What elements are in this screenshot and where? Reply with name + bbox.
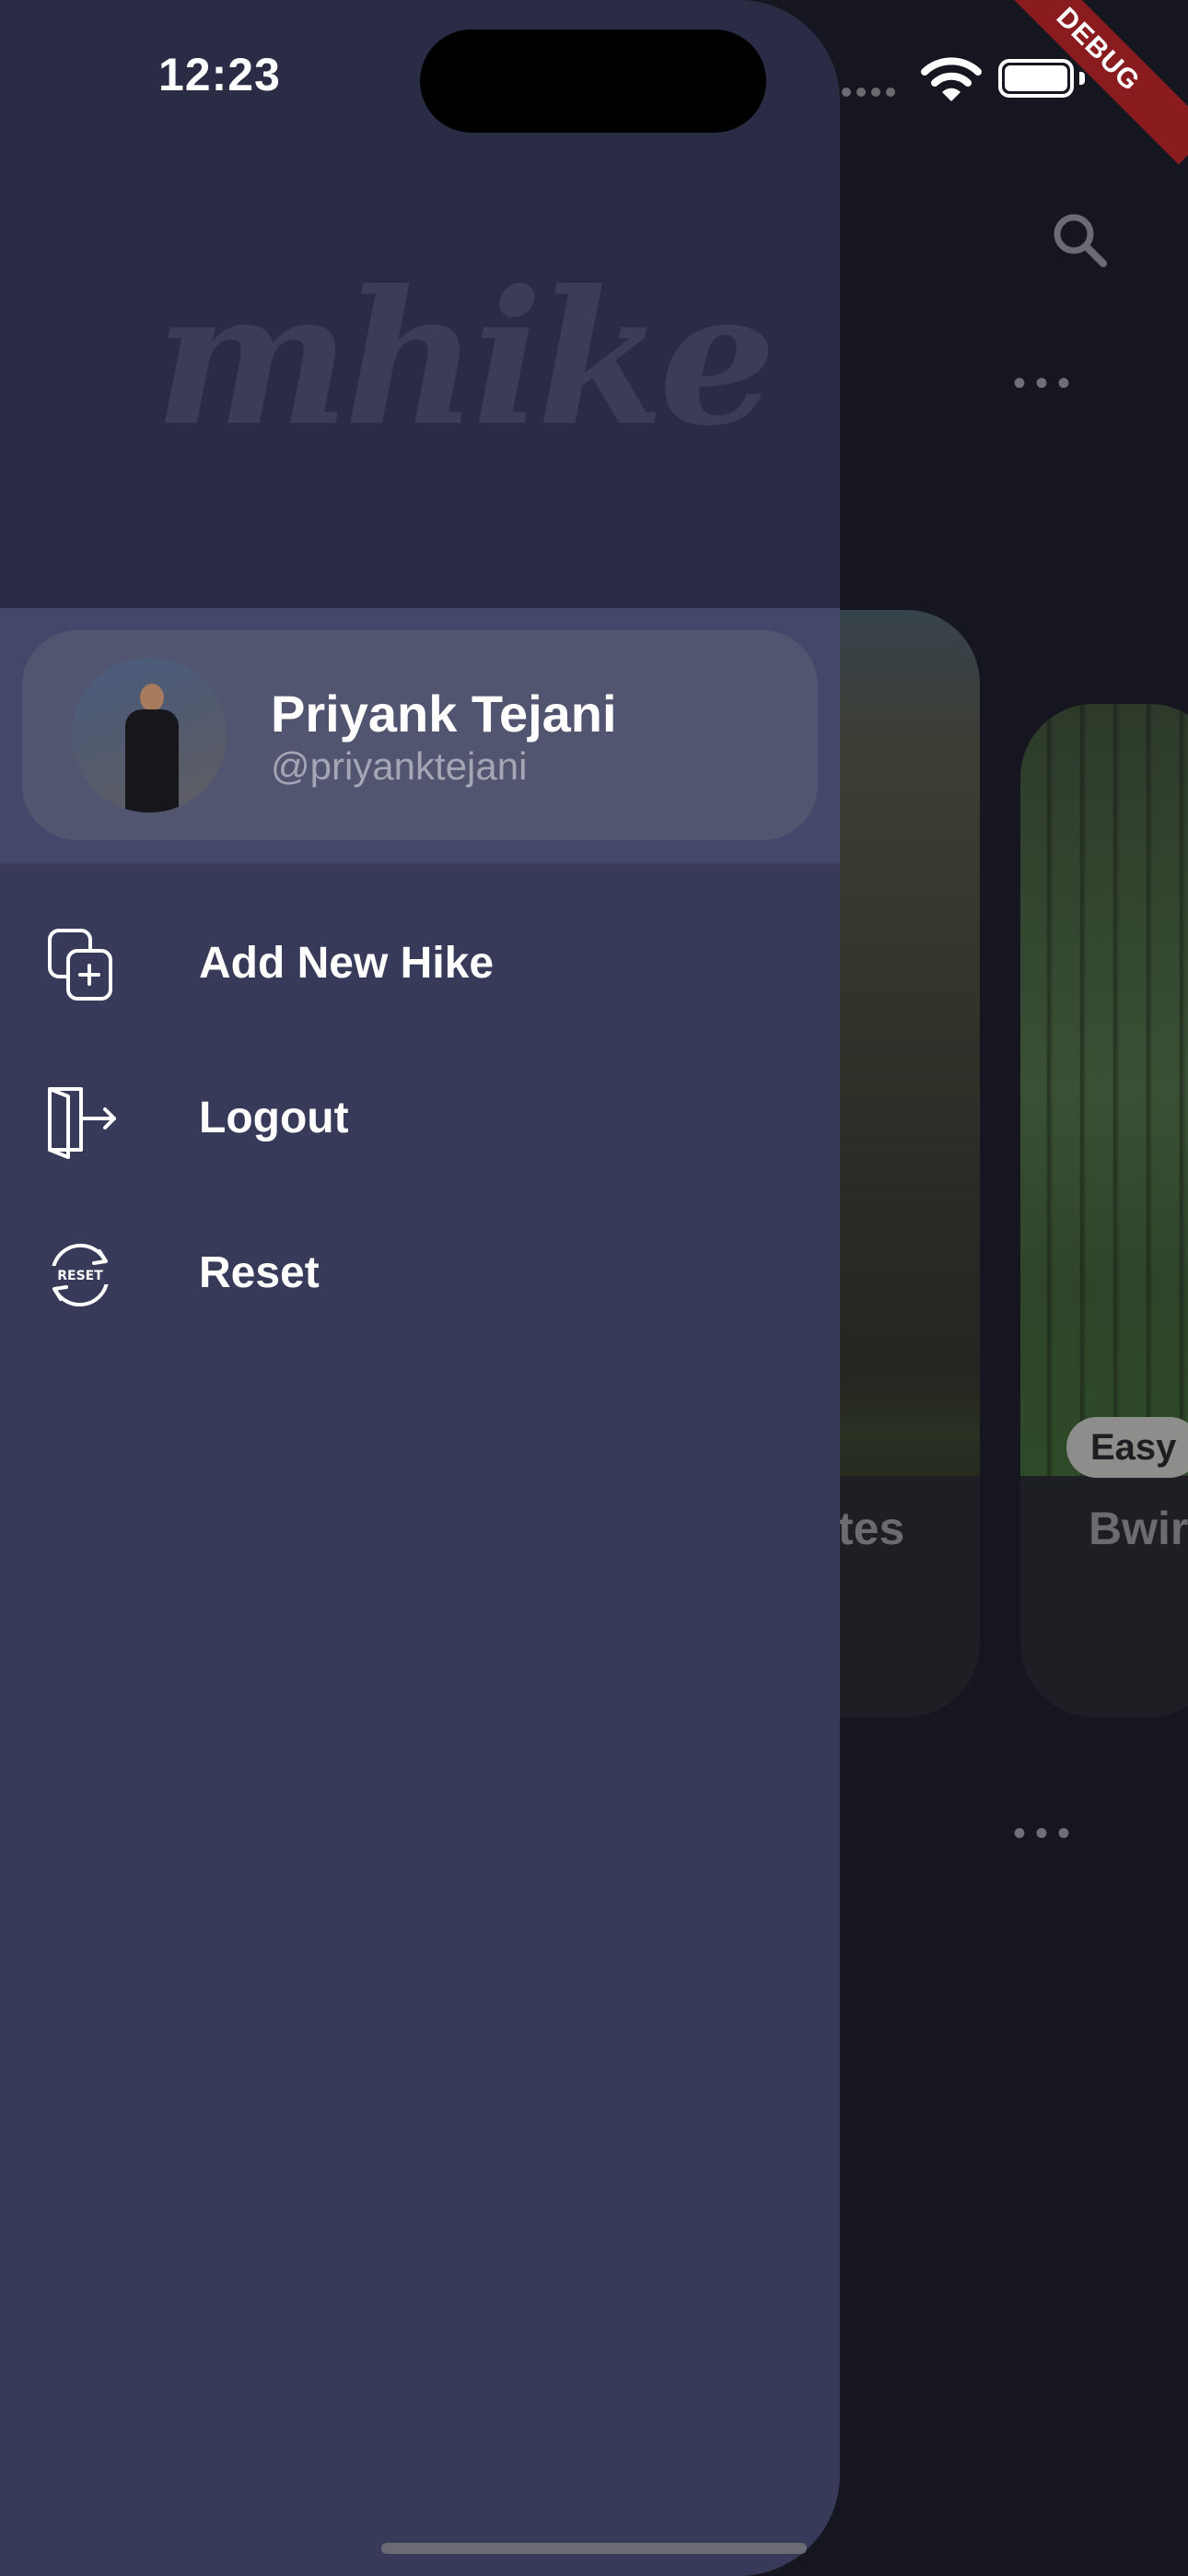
hike-title: tes — [838, 1503, 905, 1554]
search-icon[interactable] — [1050, 210, 1109, 269]
logout-door-icon — [48, 1087, 116, 1159]
avatar — [72, 658, 227, 813]
hike-card[interactable]: Bwir — [1020, 704, 1188, 1717]
battery-icon — [998, 59, 1085, 98]
cellular-signal-icon — [842, 85, 906, 98]
wifi-icon — [921, 57, 982, 101]
profile-handle: @priyanktejani — [271, 744, 528, 788]
menu-item-add-new-hike[interactable]: Add New Hike — [0, 894, 840, 1032]
reset-icon: RESET — [44, 1243, 116, 1307]
hike-title: Bwir — [1089, 1503, 1188, 1554]
svg-text:RESET: RESET — [57, 1269, 103, 1283]
home-indicator[interactable] — [381, 2543, 807, 2554]
divider — [0, 862, 840, 864]
status-time: 12:23 — [158, 49, 281, 100]
add-copy-icon — [48, 929, 112, 1001]
more-options-icon[interactable]: ••• — [1013, 1815, 1079, 1852]
more-options-icon[interactable]: ••• — [1013, 365, 1079, 402]
profile-card[interactable]: Priyank Tejani @priyanktejani — [22, 630, 818, 840]
profile-name: Priyank Tejani — [271, 685, 617, 743]
forest-texture — [1020, 704, 1188, 1476]
dynamic-island — [420, 29, 766, 133]
menu-item-label: Reset — [199, 1248, 320, 1297]
difficulty-badge: Easy — [1066, 1417, 1188, 1478]
menu-item-label: Logout — [199, 1094, 349, 1142]
menu-item-label: Add New Hike — [199, 939, 495, 988]
navigation-drawer: 12:23 mhike Priyank Tejani @priyanktejan… — [0, 0, 840, 2576]
menu-item-logout[interactable]: Logout — [0, 1048, 840, 1187]
app-logo: mhike — [155, 251, 776, 467]
menu-item-reset[interactable]: RESET Reset — [0, 1203, 840, 1341]
drawer-header: 12:23 mhike — [0, 0, 840, 608]
